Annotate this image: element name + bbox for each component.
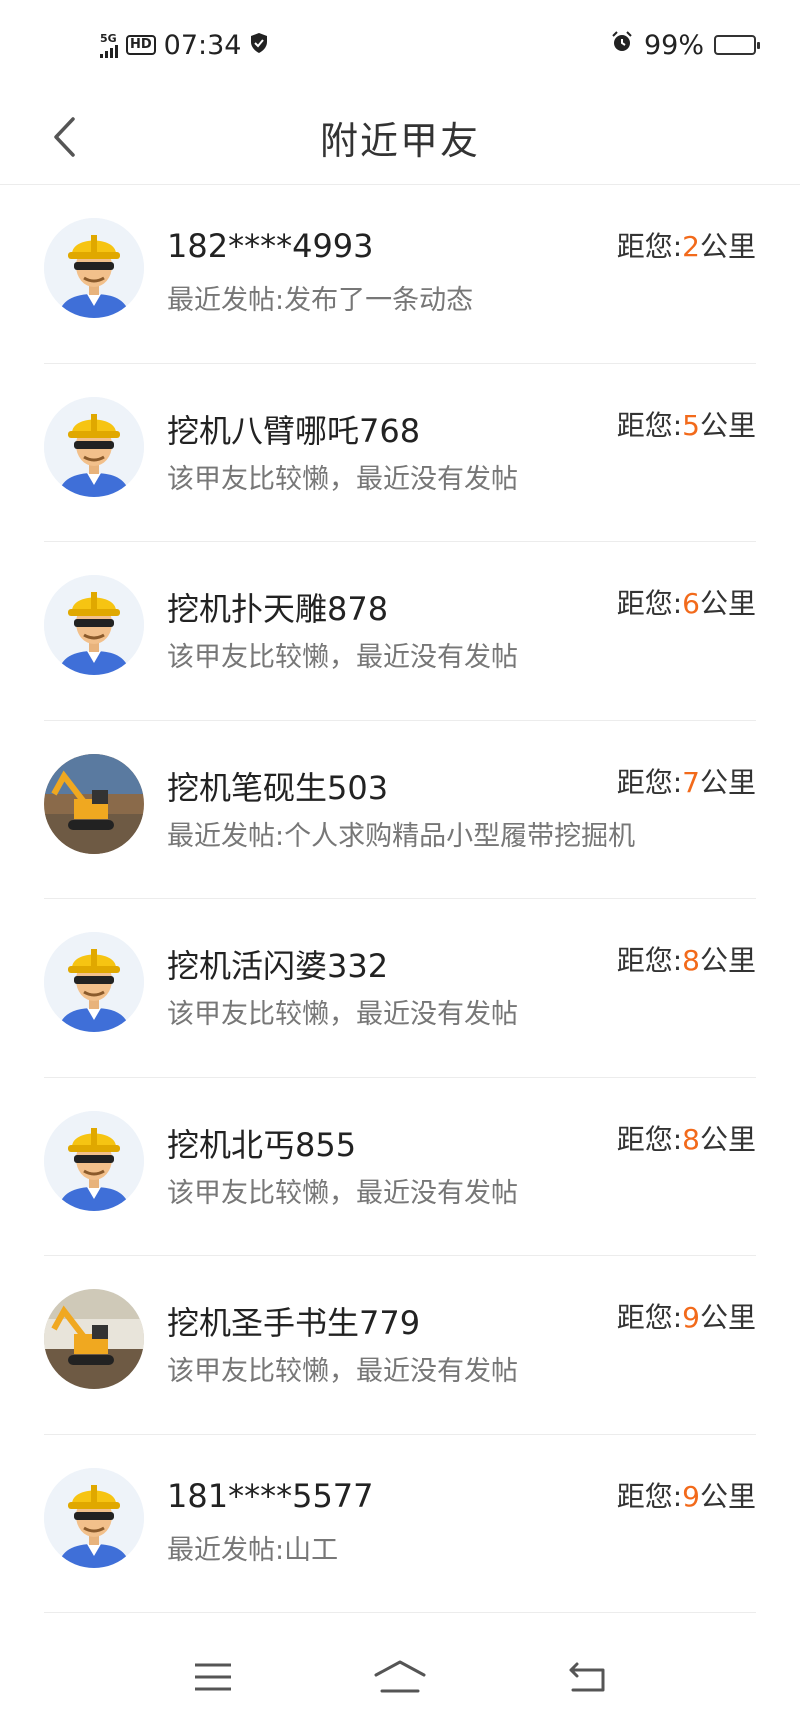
user-name: 182****4993 — [167, 227, 374, 265]
network-indicator: 5G — [100, 33, 118, 58]
user-name: 181****5577 — [167, 1476, 374, 1515]
home-nav-button[interactable] — [370, 1647, 430, 1707]
shield-icon — [249, 30, 269, 61]
list-item[interactable]: 挖机笔砚生503 最近发帖:个人求购精品小型履带挖掘机 距您:7公里 — [44, 721, 756, 899]
distance-prefix: 距您: — [616, 1301, 683, 1334]
distance-unit: 公里 — [699, 587, 756, 620]
user-name: 挖机笔砚生503 — [167, 768, 389, 807]
distance-label: 距您:8公里 — [617, 939, 756, 979]
distance-prefix: 距您: — [616, 408, 683, 442]
distance-value: 8 — [682, 944, 700, 977]
distance-value: 9 — [682, 1479, 700, 1513]
distance-prefix: 距您: — [616, 230, 683, 263]
distance-prefix: 距您: — [616, 1122, 683, 1156]
back-button[interactable] — [44, 108, 84, 166]
back-nav-button[interactable] — [557, 1647, 617, 1707]
list-item[interactable]: 挖机圣手书生779 该甲友比较懒，最近没有发帖 距您:9公里 — [44, 1256, 756, 1435]
user-name: 挖机活闪婆332 — [167, 947, 389, 985]
avatar[interactable] — [44, 575, 144, 675]
distance-label: 距您:7公里 — [617, 761, 756, 801]
status-bar: 5G HD 07:34 99% — [0, 0, 800, 90]
avatar[interactable] — [44, 1467, 144, 1568]
user-name: 挖机北丐855 — [167, 1125, 357, 1164]
distance-label: 距您:9公里 — [617, 1296, 756, 1336]
hd-badge: HD — [126, 35, 156, 55]
signal-icon — [100, 44, 118, 58]
battery-icon — [714, 35, 760, 55]
list-item[interactable]: 182****4993 最近发帖:发布了一条动态 距您:2公里 — [44, 185, 756, 364]
menu-nav-button[interactable] — [183, 1647, 243, 1707]
list-item[interactable]: 挖机活闪婆332 该甲友比较懒，最近没有发帖 距您:8公里 — [44, 899, 756, 1078]
avatar[interactable] — [44, 1110, 144, 1211]
distance-prefix: 距您: — [616, 944, 683, 977]
network-label: 5G — [100, 31, 117, 45]
return-icon — [569, 1662, 605, 1691]
distance-label: 距您:6公里 — [617, 582, 756, 622]
avatar[interactable] — [44, 396, 144, 497]
status-right: 99% — [610, 29, 760, 61]
distance-prefix: 距您: — [616, 587, 683, 620]
user-name: 挖机圣手书生779 — [167, 1304, 421, 1342]
distance-unit: 公里 — [699, 944, 756, 977]
avatar[interactable] — [44, 753, 144, 854]
latest-post: 最近发帖:个人求购精品小型履带挖掘机 — [167, 820, 636, 852]
distance-value: 5 — [682, 408, 700, 442]
list-item[interactable]: 挖机扑天雕878 该甲友比较懒，最近没有发帖 距您:6公里 — [44, 542, 756, 721]
distance-unit: 公里 — [699, 765, 756, 799]
latest-post: 该甲友比较懒，最近没有发帖 — [167, 999, 518, 1030]
distance-value: 6 — [682, 587, 700, 620]
distance-prefix: 距您: — [616, 765, 683, 799]
avatar[interactable] — [44, 218, 144, 318]
latest-post: 最近发帖:发布了一条动态 — [167, 285, 474, 316]
distance-value: 2 — [682, 230, 700, 263]
avatar[interactable] — [44, 1289, 144, 1389]
distance-unit: 公里 — [699, 408, 756, 442]
system-nav-bar — [0, 1620, 800, 1733]
alarm-icon — [610, 30, 634, 61]
latest-post: 最近发帖:山工 — [167, 1534, 339, 1566]
status-time: 07:34 — [163, 29, 242, 61]
latest-post: 该甲友比较懒，最近没有发帖 — [167, 642, 518, 673]
list-item[interactable]: 挖机北丐855 该甲友比较懒，最近没有发帖 距您:8公里 — [44, 1078, 756, 1256]
list-item[interactable]: 181****5577 最近发帖:山工 距您:9公里 — [44, 1435, 756, 1613]
distance-label: 距您:9公里 — [617, 1475, 756, 1515]
battery-percent: 99% — [643, 29, 704, 61]
nearby-user-list: 182****4993 最近发帖:发布了一条动态 距您:2公里 挖机八臂哪吒768 该甲… — [0, 185, 800, 1613]
latest-post: 该甲友比较懒，最近没有发帖 — [167, 1356, 518, 1387]
distance-unit: 公里 — [699, 1122, 756, 1156]
distance-prefix: 距您: — [616, 1479, 683, 1513]
list-item[interactable]: 挖机八臂哪吒768 该甲友比较懒，最近没有发帖 距您:5公里 — [44, 364, 756, 542]
distance-unit: 公里 — [699, 1301, 756, 1334]
distance-value: 7 — [682, 765, 700, 799]
chevron-left-icon — [54, 117, 75, 157]
header: 附近甲友 — [0, 90, 800, 185]
distance-label: 距您:2公里 — [617, 225, 756, 265]
distance-value: 8 — [682, 1122, 700, 1156]
distance-unit: 公里 — [699, 1479, 756, 1513]
menu-icon — [195, 1663, 232, 1690]
latest-post: 该甲友比较懒，最近没有发帖 — [167, 1177, 518, 1209]
user-name: 挖机扑天雕878 — [167, 590, 389, 628]
user-name: 挖机八臂哪吒768 — [167, 411, 421, 450]
page-title: 附近甲友 — [319, 118, 480, 163]
status-left: 5G HD 07:34 — [100, 30, 269, 61]
distance-label: 距您:8公里 — [617, 1118, 756, 1158]
distance-unit: 公里 — [699, 230, 756, 263]
latest-post: 该甲友比较懒，最近没有发帖 — [167, 463, 518, 495]
distance-label: 距您:5公里 — [617, 404, 756, 444]
distance-value: 9 — [682, 1301, 700, 1334]
home-icon — [374, 1660, 426, 1692]
avatar[interactable] — [44, 932, 144, 1032]
